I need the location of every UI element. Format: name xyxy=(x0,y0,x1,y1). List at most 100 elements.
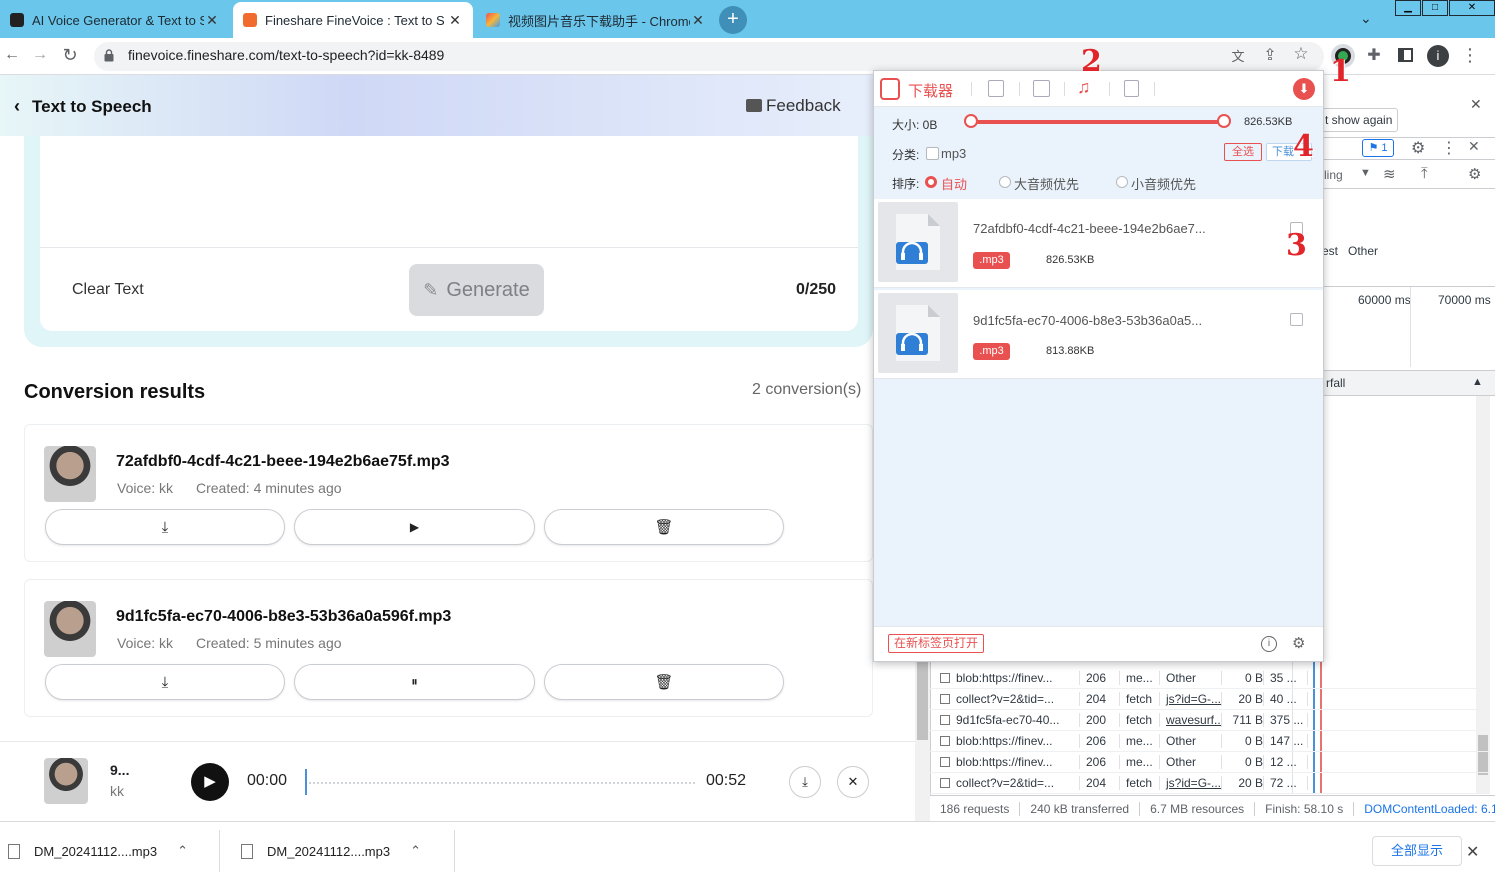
issues-badge[interactable]: ⚑ 1 xyxy=(1362,139,1394,157)
row-checkbox[interactable] xyxy=(940,757,950,767)
devtools-banner-close-icon[interactable]: ✕ xyxy=(1470,96,1482,113)
row-initiator[interactable]: Other xyxy=(1160,734,1222,748)
feedback-icon[interactable] xyxy=(746,99,762,112)
row-checkbox[interactable] xyxy=(940,778,950,788)
url-text[interactable]: finevoice.fineshare.com/text-to-speech?i… xyxy=(128,47,444,63)
sort-small-label[interactable]: 小音频优先 xyxy=(1131,174,1196,193)
row-initiator[interactable]: Other xyxy=(1160,755,1222,769)
share-icon[interactable]: ⇪ xyxy=(1258,45,1282,65)
popup-item-checkbox[interactable] xyxy=(1290,313,1303,326)
back-arrow-icon[interactable]: ← xyxy=(0,46,24,64)
devtools-settings-icon[interactable]: ⚙ xyxy=(1411,138,1425,158)
lock-icon[interactable] xyxy=(104,49,114,62)
pause-button[interactable]: ⏸ xyxy=(294,664,535,700)
video-tab-icon[interactable] xyxy=(1033,80,1050,97)
row-initiator[interactable]: js?id=G-... xyxy=(1160,776,1222,790)
tab-close-icon[interactable]: ✕ xyxy=(690,12,706,29)
player-download-button[interactable]: ⤓ xyxy=(789,766,821,798)
network-request-row[interactable]: collect?v=2&tid=... 204 fetch js?id=G-... 20… xyxy=(930,689,1490,710)
image-tab-icon[interactable] xyxy=(988,80,1004,97)
chrome-menu-icon[interactable]: ⋮ xyxy=(1458,45,1482,66)
size-range-min-handle[interactable] xyxy=(964,114,978,128)
tab-downloader-helper[interactable]: 视频图片音乐下载助手 - Chrome ✕ xyxy=(476,2,716,38)
sort-up-icon[interactable]: ▲ xyxy=(1472,376,1483,388)
open-in-new-tab-button[interactable]: 在新标签页打开 xyxy=(888,634,984,653)
category-mp3-checkbox[interactable] xyxy=(926,147,939,160)
category-mp3-label[interactable]: mp3 xyxy=(941,146,966,161)
network-request-row[interactable]: blob:https://finev... 206 me... Other 0 B 35 … xyxy=(930,668,1490,689)
filter-other[interactable]: Other xyxy=(1348,244,1378,258)
sort-large-label[interactable]: 大音频优先 xyxy=(1014,174,1079,193)
row-checkbox[interactable] xyxy=(940,715,950,725)
filter-est[interactable]: est xyxy=(1322,244,1338,258)
player-progress-track[interactable] xyxy=(305,782,695,784)
side-panel-icon[interactable] xyxy=(1398,48,1413,62)
network-settings-icon[interactable]: ⚙ xyxy=(1468,165,1481,183)
download-options-chevron-icon[interactable]: ⌃ xyxy=(177,843,188,859)
devtools-more-icon[interactable]: ⋮ xyxy=(1441,138,1457,158)
popup-title[interactable]: 下载器 xyxy=(908,80,953,101)
network-request-row[interactable]: 9d1fc5fa-ec70-40... 200 fetch wavesurf... 71… xyxy=(930,710,1490,731)
info-icon[interactable]: i xyxy=(1261,636,1277,652)
reload-icon[interactable]: ↻ xyxy=(58,45,82,66)
download-options-chevron-icon[interactable]: ⌃ xyxy=(410,843,421,859)
new-tab-button[interactable]: + xyxy=(719,6,747,34)
devtools-close-icon[interactable]: ✕ xyxy=(1468,138,1480,155)
generate-button[interactable]: ✎ Generate xyxy=(409,264,544,316)
network-request-row[interactable]: collect?v=2&tid=... 204 fetch js?id=G-... 20… xyxy=(930,773,1490,794)
waterfall-header[interactable]: rfall xyxy=(1326,376,1345,390)
show-all-downloads-button[interactable]: 全部显示 xyxy=(1372,836,1462,866)
row-checkbox[interactable] xyxy=(940,694,950,704)
tab-finevoice[interactable]: Fineshare FineVoice : Text to S ✕ xyxy=(233,2,473,38)
row-initiator[interactable]: wavesurf... xyxy=(1160,713,1222,727)
bookmark-star-icon[interactable]: ☆ xyxy=(1289,44,1313,64)
extensions-puzzle-icon[interactable]: ✚ xyxy=(1362,45,1386,65)
delete-button[interactable]: 🗑 xyxy=(544,664,784,700)
back-chevron-icon[interactable]: ‹ xyxy=(14,96,20,117)
sort-small-radio[interactable] xyxy=(1116,176,1128,188)
play-button[interactable]: ▶ xyxy=(294,509,535,545)
maximize-button[interactable]: □ xyxy=(1422,0,1448,16)
tab-ai-voice[interactable]: AI Voice Generator & Text to S ✕ xyxy=(0,2,230,38)
player-play-button[interactable]: ▶ xyxy=(191,763,229,801)
tab-search-icon[interactable]: ⌄ xyxy=(1360,10,1372,27)
page-title[interactable]: Text to Speech xyxy=(32,97,152,117)
download-button[interactable]: ⤓ xyxy=(45,664,285,700)
player-progress-marker[interactable] xyxy=(305,769,307,795)
throttling-chevron-icon[interactable]: ▼ xyxy=(1360,167,1371,179)
document-tab-icon[interactable] xyxy=(1124,80,1139,97)
sort-auto-radio[interactable] xyxy=(925,176,937,188)
download-all-icon[interactable]: ⬇ xyxy=(1293,78,1315,100)
download-item[interactable]: DM_20241112....mp3 ⌃ xyxy=(0,830,220,872)
row-checkbox[interactable] xyxy=(940,673,950,683)
minimize-button[interactable]: ▁ xyxy=(1395,0,1421,16)
network-conditions-icon[interactable]: ≋ xyxy=(1383,165,1396,183)
feedback-link[interactable]: Feedback xyxy=(766,96,841,116)
tab-close-icon[interactable]: ✕ xyxy=(204,12,220,29)
network-request-row[interactable]: blob:https://finev... 206 me... Other 0 B 147… xyxy=(930,731,1490,752)
row-initiator[interactable]: js?id=G-... xyxy=(1160,692,1222,706)
row-initiator[interactable]: Other xyxy=(1160,671,1222,685)
network-request-row[interactable]: blob:https://finev... 206 me... Other 0 B 12 … xyxy=(930,752,1490,773)
close-window-button[interactable]: ✕ xyxy=(1449,0,1495,16)
clear-text-button[interactable]: Clear Text xyxy=(72,281,144,299)
throttling-select[interactable]: ling xyxy=(1324,168,1343,182)
popup-settings-icon[interactable]: ⚙ xyxy=(1292,634,1305,652)
dont-show-again-button[interactable]: t show again xyxy=(1318,108,1398,132)
size-range-max-handle[interactable] xyxy=(1217,114,1231,128)
forward-arrow-icon[interactable]: → xyxy=(28,46,52,64)
music-tab-icon[interactable]: ♫ xyxy=(1077,77,1091,98)
download-button[interactable]: ⤓ xyxy=(45,509,285,545)
text-input-area[interactable] xyxy=(40,136,858,246)
row-checkbox[interactable] xyxy=(940,736,950,746)
sort-large-radio[interactable] xyxy=(999,176,1011,188)
download-item[interactable]: DM_20241112....mp3 ⌃ xyxy=(223,830,455,872)
size-range-track[interactable] xyxy=(970,120,1225,124)
tab-close-icon[interactable]: ✕ xyxy=(447,12,463,29)
player-close-button[interactable]: ✕ xyxy=(837,766,869,798)
translate-icon[interactable]: 文 xyxy=(1226,46,1250,65)
import-har-icon[interactable]: ⤒ xyxy=(1421,165,1428,182)
delete-button[interactable]: 🗑 xyxy=(544,509,784,545)
close-download-shelf-icon[interactable]: ✕ xyxy=(1466,842,1479,862)
sort-auto-label[interactable]: 自动 xyxy=(941,174,967,193)
